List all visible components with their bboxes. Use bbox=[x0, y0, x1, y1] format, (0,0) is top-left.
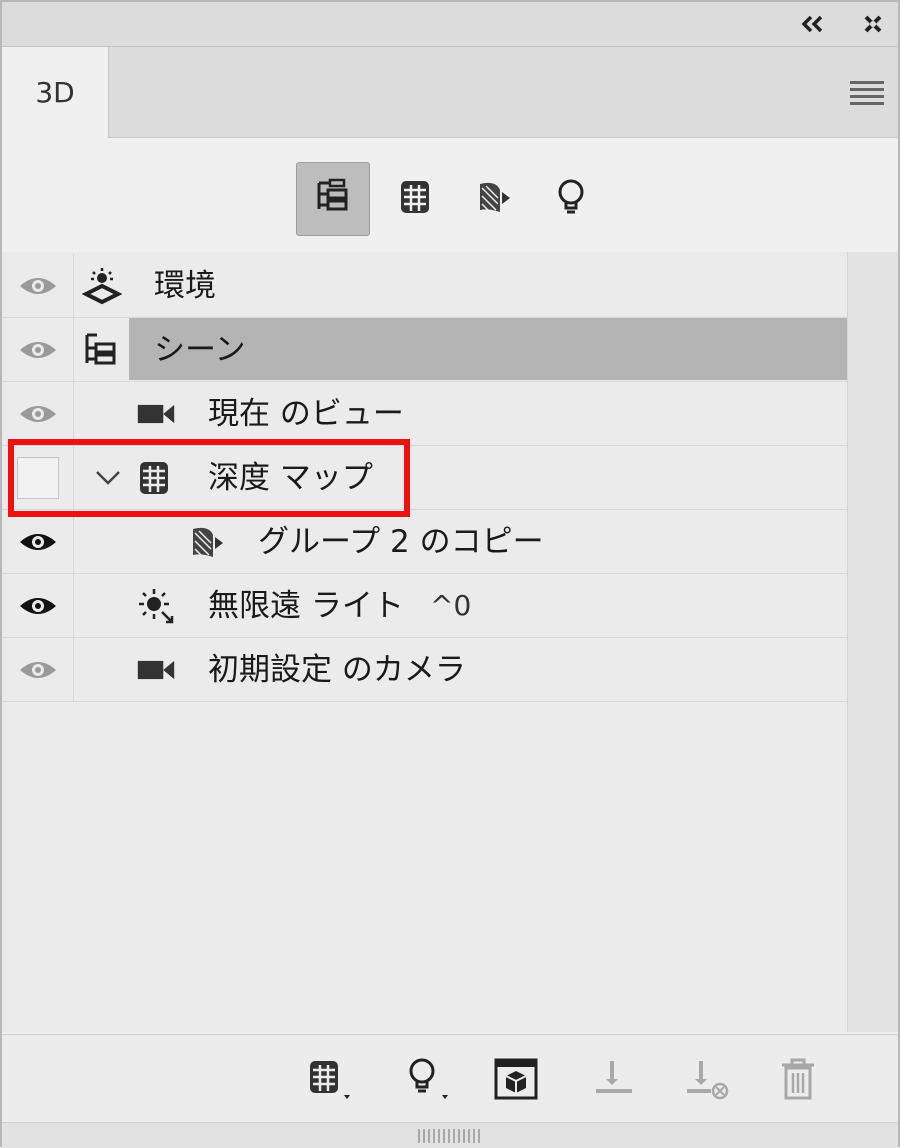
visibility-toggle[interactable] bbox=[2, 574, 74, 638]
layer-label: グループ 2 のコピー bbox=[258, 524, 544, 560]
light-bulb-icon bbox=[555, 178, 587, 220]
eye-icon bbox=[19, 534, 56, 550]
infinite-light-icon bbox=[136, 586, 176, 626]
layer-row-default-camera[interactable]: 初期設定 のカメラ bbox=[2, 638, 847, 702]
environment-icon bbox=[82, 266, 122, 306]
visibility-toggle[interactable] bbox=[2, 638, 74, 702]
remove-from-ground-icon[interactable] bbox=[682, 1053, 730, 1105]
tab-3d-label: 3D bbox=[35, 76, 75, 109]
material-icon bbox=[188, 522, 228, 562]
filter-mesh-button[interactable] bbox=[378, 162, 452, 236]
layer-label: 無限遠 ライト bbox=[208, 588, 404, 624]
visibility-toggle[interactable] bbox=[2, 318, 74, 382]
layer-label: 初期設定 のカメラ bbox=[208, 652, 466, 688]
scene-tree-icon bbox=[313, 177, 353, 221]
camera-icon bbox=[136, 394, 176, 434]
add-mesh-icon[interactable] bbox=[304, 1053, 352, 1105]
filter-light-button[interactable] bbox=[534, 162, 608, 236]
hamburger-icon[interactable] bbox=[850, 77, 884, 107]
eye-icon bbox=[19, 342, 56, 358]
close-icon[interactable] bbox=[858, 10, 888, 38]
bottom-action-bar bbox=[2, 1034, 898, 1123]
3d-panel: 3D 環境 シーン 現在 のビュー 深度 マップ グループ 2 のコピー 無限遠… bbox=[0, 0, 900, 1148]
add-light-icon[interactable] bbox=[402, 1053, 450, 1105]
eye-icon bbox=[19, 598, 56, 614]
highlight-box bbox=[8, 439, 410, 517]
eye-icon bbox=[19, 662, 56, 678]
scene-tree-icon bbox=[82, 330, 122, 370]
mesh-icon bbox=[398, 178, 432, 220]
visibility-toggle[interactable] bbox=[2, 382, 74, 446]
layer-row-group-copy[interactable]: グループ 2 のコピー bbox=[2, 510, 847, 574]
material-icon bbox=[476, 178, 514, 220]
layer-label: 現在 のビュー bbox=[208, 396, 404, 432]
layer-row-current-view[interactable]: 現在 のビュー bbox=[2, 382, 847, 446]
visibility-toggle[interactable] bbox=[2, 510, 74, 574]
resize-grip[interactable] bbox=[2, 1122, 898, 1148]
tab-3d[interactable]: 3D bbox=[2, 47, 109, 138]
layer-row-environment[interactable]: 環境 bbox=[2, 254, 847, 318]
eye-icon bbox=[19, 278, 56, 294]
visibility-toggle[interactable] bbox=[2, 254, 74, 318]
camera-icon bbox=[136, 650, 176, 690]
filter-scene-button[interactable] bbox=[296, 162, 370, 236]
layer-row-infinite-light[interactable]: 無限遠 ライト ^0 bbox=[2, 574, 847, 638]
tab-bar: 3D bbox=[2, 47, 898, 138]
render-icon[interactable] bbox=[492, 1053, 540, 1105]
shortcut-label: ^0 bbox=[430, 589, 472, 622]
ground-drop-icon[interactable] bbox=[590, 1053, 638, 1105]
layer-row-scene[interactable]: シーン bbox=[2, 318, 847, 382]
collapse-icon[interactable] bbox=[798, 10, 828, 38]
layer-label: 環境 bbox=[154, 268, 216, 304]
eye-icon bbox=[19, 406, 56, 422]
filter-toolbar bbox=[2, 152, 898, 248]
scrollbar[interactable] bbox=[847, 252, 898, 1032]
layer-label: シーン bbox=[154, 332, 246, 368]
delete-icon[interactable] bbox=[774, 1053, 822, 1105]
panel-titlebar bbox=[2, 2, 898, 47]
grip-lines bbox=[418, 1129, 482, 1143]
filter-material-button[interactable] bbox=[458, 162, 532, 236]
